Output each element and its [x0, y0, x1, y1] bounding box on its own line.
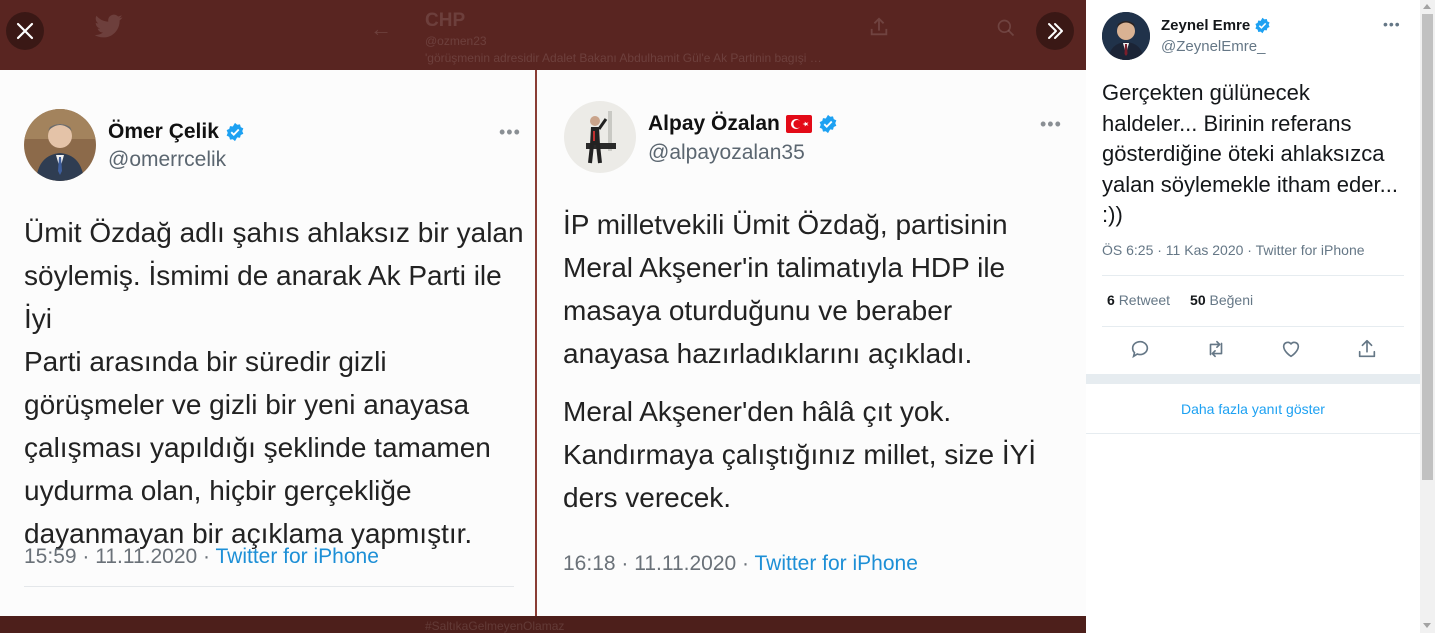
reply-icon [1131, 340, 1149, 359]
section-divider [1086, 374, 1420, 384]
card-tweet-text-2: Meral Akşener'den hâlâ çıt yok. Kandırma… [563, 396, 1037, 513]
background-tweet-name: CHP [425, 10, 466, 31]
card-tweet-time: 16:18 · 11.11.2020 · [563, 552, 755, 575]
card-tweet-source: Twitter for iPhone [754, 552, 918, 575]
background-tweet-text: 'görüşmenin adresidir Adalet Bakanı Abdu… [425, 51, 822, 65]
share-icon [1358, 339, 1376, 358]
card-tweet-meta: 16:18 · 11.11.2020 · Twitter for iPhone [563, 552, 918, 576]
tweet-timestamp[interactable]: ÖS 6:25 · 11 Kas 2020 · Twitter for iPho… [1102, 242, 1365, 258]
screenshot-card-omer-celik: Ömer Çelik @omerrcelik ••• Ümit Özdağ ad… [0, 70, 535, 616]
screenshot-card-alpay-ozalan: Alpay Özalan @alpayozalan35 ••• İP mille… [537, 70, 1086, 616]
more-options-icon: ••• [499, 122, 521, 142]
background-tweet-handle: @ozmen23 [425, 34, 487, 48]
scroll-up-arrow-icon[interactable] [1423, 4, 1431, 9]
more-options-button[interactable]: ••• [1383, 16, 1401, 32]
back-arrow-icon: ← [370, 16, 392, 41]
retweet-icon [1209, 340, 1223, 358]
card-tweet-time: 15:59 · 11.11.2020 · [24, 545, 216, 568]
retweet-button[interactable] [1204, 337, 1228, 361]
card-author-name: Alpay Özalan [648, 112, 838, 136]
author-name[interactable]: Zeynel Emre [1161, 17, 1271, 34]
scrollbar[interactable] [1420, 0, 1435, 633]
verified-badge-icon [1255, 17, 1270, 34]
author-handle[interactable]: @ZeynelEmre_ [1161, 38, 1265, 55]
card-author-name-text: Alpay Özalan [648, 112, 780, 135]
retweet-count-value: 6 [1107, 292, 1115, 308]
card-author-handle: @omerrcelik [108, 148, 227, 171]
tweet-detail-panel: Zeynel Emre @ZeynelEmre_ ••• Gerçekten g… [1086, 0, 1420, 633]
divider [1102, 275, 1404, 276]
turkish-flag-icon [785, 115, 812, 133]
show-more-replies-link[interactable]: Daha fazla yanıt göster [1086, 384, 1420, 434]
expand-panel-button[interactable] [1036, 12, 1074, 50]
verified-badge-icon [226, 122, 244, 142]
background-tweet-hashtag: #SaltıkaGelmeyenOlamaz [425, 619, 565, 633]
like-count[interactable]: 50 Beğeni [1190, 292, 1253, 308]
card-tweet-meta: 15:59 · 11.11.2020 · Twitter for iPhone [24, 545, 379, 569]
tweet-actions [1086, 337, 1420, 365]
like-icon [1282, 341, 1300, 358]
like-count-value: 50 [1190, 292, 1206, 308]
scrollbar-thumb[interactable] [1422, 14, 1433, 480]
twitter-bird-icon [94, 14, 123, 38]
divider [1102, 326, 1404, 327]
card-author-name-text: Ömer Çelik [108, 120, 219, 143]
card-tweet-text: Ümit Özdağ adlı şahıs ahlaksız bir yalan… [24, 217, 524, 549]
share-icon [870, 17, 888, 36]
close-icon [16, 22, 34, 40]
avatar [564, 101, 636, 173]
more-options-icon: ••• [1040, 114, 1062, 134]
media-viewer: ← CHP @ozmen23 'görüşmenin adresidir Ada… [0, 0, 1086, 633]
chevron-double-right-icon [1048, 23, 1063, 39]
card-tweet-source: Twitter for iPhone [215, 545, 379, 568]
author-name-text: Zeynel Emre [1161, 17, 1251, 34]
retweet-count[interactable]: 6 Retweet [1107, 292, 1170, 308]
search-icon [997, 19, 1015, 37]
scroll-down-arrow-icon[interactable] [1423, 623, 1431, 628]
tweet-stats: 6 Retweet 50 Beğeni [1107, 292, 1253, 308]
avatar[interactable] [1102, 12, 1150, 60]
card-divider [24, 586, 514, 587]
like-button[interactable] [1279, 337, 1303, 361]
verified-badge-icon [819, 114, 837, 134]
like-count-label: Beğeni [1209, 292, 1254, 308]
card-author-handle: @alpayozalan35 [648, 141, 805, 164]
share-button[interactable] [1355, 337, 1379, 361]
card-tweet-text-1: İP milletvekili Ümit Özdağ, partisinin M… [563, 209, 1008, 369]
close-button[interactable] [6, 12, 44, 50]
avatar [24, 109, 96, 181]
retweet-count-label: Retweet [1118, 292, 1171, 308]
tweet-text: Gerçekten gülünecek haldeler... Birinin … [1102, 80, 1398, 227]
card-author-name: Ömer Çelik [108, 120, 245, 144]
reply-button[interactable] [1128, 337, 1152, 361]
